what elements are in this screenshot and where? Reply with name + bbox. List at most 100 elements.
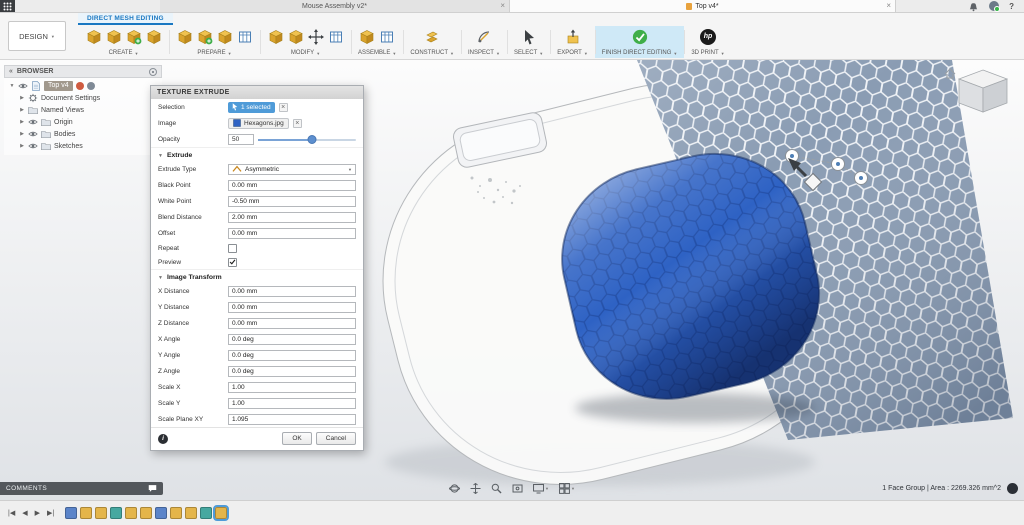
construct-menu[interactable]: CONSTRUCT▼	[410, 50, 454, 56]
fit-view-icon[interactable]	[512, 483, 523, 494]
browser-item-named-views[interactable]: ▶ Named Views	[4, 104, 162, 116]
layout-grid-icon[interactable]: ▼	[559, 483, 575, 494]
measure-icon[interactable]	[475, 28, 492, 45]
opacity-slider[interactable]	[258, 134, 356, 145]
direct-mesh-editing-tab[interactable]: DIRECT MESH EDITING	[78, 13, 173, 25]
browser-item-origin[interactable]: ▶ Origin	[4, 116, 162, 128]
extrude-section-header[interactable]: ▼ Extrude	[151, 147, 363, 161]
modify-menu[interactable]: MODIFY▼	[291, 50, 320, 56]
scale-y-input[interactable]: 1.00	[228, 398, 356, 409]
section-collapse-icon[interactable]: ▼	[158, 153, 163, 159]
eye-icon[interactable]	[28, 129, 38, 139]
tab-top-v4[interactable]: Top v4* ×	[510, 0, 896, 12]
y-distance-input[interactable]: 0.00 mm	[228, 302, 356, 313]
slider-handle[interactable]	[307, 135, 316, 144]
timeline-feature[interactable]	[185, 507, 197, 519]
opacity-input[interactable]: 50	[228, 134, 254, 145]
timeline-feature[interactable]	[140, 507, 152, 519]
assemble-joint-icon[interactable]	[379, 28, 396, 45]
section-collapse-icon[interactable]: ▼	[158, 275, 163, 281]
timeline-feature[interactable]	[155, 507, 167, 519]
timeline-feature[interactable]	[125, 507, 137, 519]
image-transform-section-header[interactable]: ▼ Image Transform	[151, 269, 363, 283]
create-add-icon[interactable]	[125, 28, 142, 45]
root-document-label[interactable]: Top v4	[44, 81, 73, 91]
close-icon[interactable]: ×	[500, 2, 505, 10]
move-icon[interactable]	[307, 28, 324, 45]
finish-direct-editing-button[interactable]: FINISH DIRECT EDITING▼	[595, 26, 685, 58]
tab-mouse-assembly[interactable]: Mouse Assembly v2* ×	[160, 0, 510, 12]
orbit-icon[interactable]	[449, 483, 460, 494]
export-icon[interactable]	[564, 28, 581, 45]
browser-item-sketches[interactable]: ▶ Sketches	[4, 140, 162, 152]
browser-root-row[interactable]: ▼ Top v4	[4, 80, 162, 92]
timeline-go-start-button[interactable]: |◀	[7, 509, 16, 517]
scale-x-input[interactable]: 1.00	[228, 382, 356, 393]
x-distance-input[interactable]: 0.00 mm	[228, 286, 356, 297]
cancel-button[interactable]: Cancel	[316, 432, 356, 445]
create-menu[interactable]: CREATE▼	[109, 50, 139, 56]
assemble-component-icon[interactable]	[359, 28, 376, 45]
white-point-input[interactable]: -0.50 mm	[228, 196, 356, 207]
image-chip[interactable]: Hexagons.jpg	[228, 118, 289, 129]
expand-icon[interactable]: ▶	[19, 131, 25, 137]
help-icon[interactable]: ?	[1009, 2, 1014, 11]
expand-icon[interactable]: ▼	[9, 83, 15, 89]
hp-logo-icon[interactable]: hp	[699, 28, 716, 45]
z-distance-input[interactable]: 0.00 mm	[228, 318, 356, 329]
prepare-generate-icon[interactable]	[196, 28, 213, 45]
image-clear-icon[interactable]: ×	[293, 119, 302, 128]
comments-panel[interactable]: COMMENTS	[0, 482, 163, 495]
inspect-menu[interactable]: INSPECT▼	[468, 50, 500, 56]
viewport-3d[interactable]: « BROWSER ▼ Top v4 ▶ Document Settings	[0, 60, 1024, 500]
browser-options-icon[interactable]	[149, 68, 157, 76]
pan-icon[interactable]	[470, 483, 481, 494]
timeline-feature[interactable]	[95, 507, 107, 519]
dialog-titlebar[interactable]: TEXTURE EXTRUDE	[151, 86, 363, 99]
eye-icon[interactable]	[18, 81, 28, 91]
prepare-mesh-icon[interactable]	[176, 28, 193, 45]
zoom-icon[interactable]	[491, 483, 502, 494]
x-angle-input[interactable]: 0.0 deg	[228, 334, 356, 345]
y-angle-input[interactable]: 0.0 deg	[228, 350, 356, 361]
prepare-facegroup-icon[interactable]	[236, 28, 253, 45]
modify-table-icon[interactable]	[327, 28, 344, 45]
status-icon[interactable]	[1007, 483, 1018, 494]
black-point-input[interactable]: 0.00 mm	[228, 180, 356, 191]
timeline-feature[interactable]	[170, 507, 182, 519]
shared-badge-icon[interactable]	[76, 82, 84, 90]
scale-plane-xy-input[interactable]: 1.095	[228, 414, 356, 425]
eye-icon[interactable]	[28, 117, 38, 127]
eye-icon[interactable]	[28, 141, 38, 151]
z-angle-input[interactable]: 0.0 deg	[228, 366, 356, 377]
export-menu[interactable]: EXPORT▼	[557, 50, 588, 56]
timeline-feature[interactable]	[65, 507, 77, 519]
prepare-menu[interactable]: PREPARE▼	[197, 50, 231, 56]
assemble-menu[interactable]: ASSEMBLE▼	[358, 50, 396, 56]
expand-icon[interactable]: ▶	[19, 95, 25, 101]
modify-remesh-icon[interactable]	[267, 28, 284, 45]
selection-chip[interactable]: 1 selected	[228, 102, 275, 113]
timeline-feature[interactable]	[110, 507, 122, 519]
timeline-feature-selected[interactable]	[215, 507, 227, 519]
create-primitive-icon[interactable]	[145, 28, 162, 45]
construct-plane-icon[interactable]	[424, 28, 441, 45]
select-menu[interactable]: SELECT▼	[514, 50, 543, 56]
timeline-feature[interactable]	[80, 507, 92, 519]
expand-icon[interactable]: ▶	[19, 119, 25, 125]
app-grid-icon[interactable]	[0, 0, 15, 12]
display-settings-icon[interactable]: ▼	[533, 483, 549, 494]
timeline-step-back-button[interactable]: ◀	[21, 509, 28, 517]
expand-icon[interactable]: ▶	[19, 143, 25, 149]
blend-distance-input[interactable]: 2.00 mm	[228, 212, 356, 223]
browser-item-bodies[interactable]: ▶ Bodies	[4, 128, 162, 140]
avatar[interactable]	[989, 1, 999, 11]
prepare-repair-icon[interactable]	[216, 28, 233, 45]
browser-header[interactable]: « BROWSER	[4, 65, 162, 78]
modify-smooth-icon[interactable]	[287, 28, 304, 45]
timeline-play-button[interactable]: ▶	[34, 509, 41, 517]
timeline-go-end-button[interactable]: ▶|	[46, 509, 55, 517]
offset-input[interactable]: 0.00 mm	[228, 228, 356, 239]
browser-item-document-settings[interactable]: ▶ Document Settings	[4, 92, 162, 104]
workspace-switcher[interactable]: DESIGN ▼	[8, 21, 66, 51]
